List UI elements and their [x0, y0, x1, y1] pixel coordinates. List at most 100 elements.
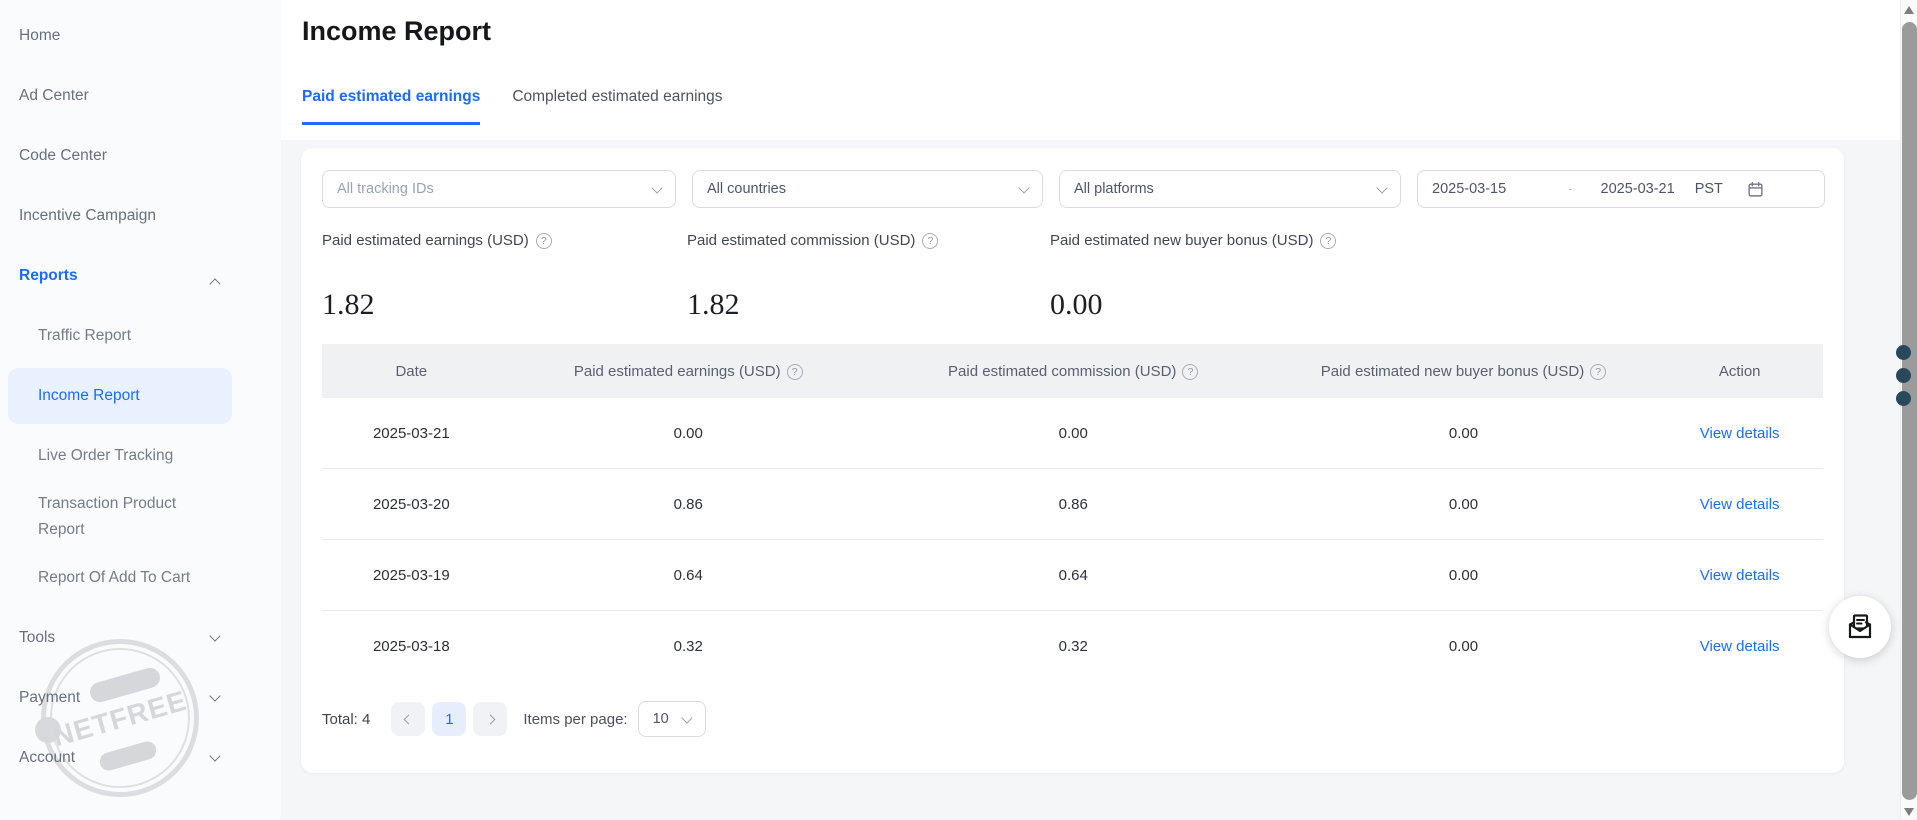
table-cell: 0.64 — [501, 567, 876, 584]
scrollbar[interactable] — [1900, 0, 1917, 820]
scrollbar-thumb[interactable] — [1902, 22, 1917, 800]
help-icon[interactable] — [1320, 233, 1336, 249]
platforms-select[interactable]: All platforms — [1059, 170, 1401, 208]
sidebar-item-code-center[interactable]: Code Center — [0, 126, 281, 186]
chevron-down-icon — [681, 712, 692, 723]
column-header-paid-estimated-commission: Paid estimated commission (USD) — [876, 363, 1271, 380]
column-header-date: Date — [322, 363, 501, 380]
help-icon[interactable] — [922, 233, 938, 249]
table-cell: 0.32 — [876, 638, 1271, 655]
page-size-select[interactable]: 10 — [638, 701, 706, 737]
table-row: 2025-03-210.000.000.00View details — [322, 398, 1823, 469]
stat-value: 1.82 — [322, 288, 687, 322]
table-cell: 0.32 — [501, 638, 876, 655]
date-separator — [1568, 181, 1572, 197]
scroll-marker-dot — [1896, 345, 1911, 360]
pagination: Total: 4 1 Items per page: 10 — [301, 701, 1844, 737]
total-count: Total: 4 — [322, 711, 370, 728]
calendar-icon — [1747, 181, 1764, 198]
stat-paid-estimated-new-buyer-bonus: Paid estimated new buyer bonus (USD) 0.0… — [1050, 232, 1823, 322]
sidebar-item-incentive-campaign[interactable]: Incentive Campaign — [0, 186, 281, 246]
sidebar-item-tools[interactable]: Tools — [0, 608, 281, 668]
sidebar-item-transaction-product-report[interactable]: Transaction Product Report — [0, 486, 281, 548]
chevron-left-icon — [403, 714, 413, 724]
table-cell-action: View details — [1656, 638, 1823, 655]
help-icon[interactable] — [787, 364, 803, 380]
table-body: 2025-03-210.000.000.00View details2025-0… — [322, 398, 1823, 682]
table-cell-action: View details — [1656, 496, 1823, 513]
scroll-marker-dot — [1896, 391, 1911, 406]
table-cell-action: View details — [1656, 425, 1823, 442]
help-icon[interactable] — [536, 233, 552, 249]
sidebar-item-payment[interactable]: Payment — [0, 668, 281, 728]
column-header-paid-estimated-new-buyer-bonus: Paid estimated new buyer bonus (USD) — [1271, 363, 1657, 380]
page-title: Income Report — [302, 16, 491, 47]
date-range-picker[interactable]: 2025-03-15 2025-03-21 PST — [1417, 170, 1825, 208]
table-cell: 0.64 — [876, 567, 1271, 584]
scroll-marker-dot — [1896, 368, 1911, 383]
stat-paid-estimated-commission: Paid estimated commission (USD) 1.82 — [687, 232, 1050, 322]
stat-value: 1.82 — [687, 288, 1050, 322]
earnings-table: Date Paid estimated earnings (USD) Paid … — [322, 344, 1823, 682]
sidebar-item-ad-center[interactable]: Ad Center — [0, 66, 281, 126]
affiliate-dashboard: NETFREE Home Ad Center Code Center Incen… — [0, 0, 1917, 820]
sidebar-item-account[interactable]: Account — [0, 728, 281, 788]
help-icon[interactable] — [1182, 364, 1198, 380]
view-details-link[interactable]: View details — [1700, 567, 1780, 584]
table-cell: 2025-03-19 — [322, 567, 501, 584]
content-area: All tracking IDs All countries All platf… — [281, 140, 1901, 820]
timezone-label: PST — [1695, 181, 1723, 197]
page-number-button[interactable]: 1 — [432, 702, 466, 736]
table-cell: 0.86 — [501, 496, 876, 513]
tab-completed-estimated-earnings[interactable]: Completed estimated earnings — [512, 88, 722, 125]
sidebar-item-traffic-report[interactable]: Traffic Report — [0, 306, 281, 366]
stat-label: Paid estimated earnings (USD) — [322, 232, 529, 249]
report-tabs: Paid estimated earnings Completed estima… — [302, 88, 723, 125]
table-cell-action: View details — [1656, 567, 1823, 584]
table-cell: 2025-03-18 — [322, 638, 501, 655]
table-cell: 2025-03-21 — [322, 425, 501, 442]
view-details-link[interactable]: View details — [1700, 638, 1780, 655]
table-cell: 0.00 — [1271, 425, 1657, 442]
messages-fab[interactable] — [1829, 596, 1891, 658]
sidebar-item-home[interactable]: Home — [0, 6, 281, 66]
countries-select[interactable]: All countries — [692, 170, 1043, 208]
sidebar-item-reports[interactable]: Reports — [0, 246, 281, 306]
view-details-link[interactable]: View details — [1700, 425, 1780, 442]
sidebar: NETFREE Home Ad Center Code Center Incen… — [0, 0, 281, 820]
tracking-ids-select[interactable]: All tracking IDs — [322, 170, 676, 208]
table-row: 2025-03-190.640.640.00View details — [322, 540, 1823, 611]
chevron-down-icon — [1376, 182, 1387, 193]
view-details-link[interactable]: View details — [1700, 496, 1780, 513]
column-header-action: Action — [1656, 363, 1823, 380]
prev-page-button[interactable] — [391, 702, 425, 736]
table-cell: 0.00 — [1271, 638, 1657, 655]
filters-row: All tracking IDs All countries All platf… — [301, 148, 1844, 208]
help-icon[interactable] — [1590, 364, 1606, 380]
sidebar-item-live-order-tracking[interactable]: Live Order Tracking — [0, 426, 281, 486]
report-card: All tracking IDs All countries All platf… — [301, 148, 1844, 773]
table-row: 2025-03-180.320.320.00View details — [322, 611, 1823, 682]
sidebar-item-report-of-add-to-cart[interactable]: Report Of Add To Cart — [0, 548, 281, 608]
table-row: 2025-03-200.860.860.00View details — [322, 469, 1823, 540]
next-page-button[interactable] — [473, 702, 507, 736]
items-per-page-label: Items per page: — [523, 711, 627, 728]
table-cell: 0.00 — [1271, 567, 1657, 584]
summary-stats: Paid estimated earnings (USD) 1.82 Paid … — [301, 232, 1844, 322]
chevron-down-icon — [651, 182, 662, 193]
main-header: Income Report Paid estimated earnings Co… — [281, 0, 1901, 140]
table-cell: 0.00 — [501, 425, 876, 442]
stat-paid-estimated-earnings: Paid estimated earnings (USD) 1.82 — [322, 232, 687, 322]
sidebar-item-income-report[interactable]: Income Report — [8, 368, 232, 424]
table-header: Date Paid estimated earnings (USD) Paid … — [322, 344, 1823, 398]
stat-value: 0.00 — [1050, 288, 1823, 322]
envelope-icon — [1844, 611, 1876, 643]
scroll-up-arrow-icon[interactable] — [1904, 6, 1914, 14]
date-end-value: 2025-03-21 — [1601, 181, 1675, 197]
stat-label: Paid estimated commission (USD) — [687, 232, 915, 249]
table-cell: 0.00 — [876, 425, 1271, 442]
table-cell: 0.86 — [876, 496, 1271, 513]
tab-paid-estimated-earnings[interactable]: Paid estimated earnings — [302, 88, 480, 125]
scroll-down-arrow-icon[interactable] — [1904, 808, 1914, 816]
table-cell: 0.00 — [1271, 496, 1657, 513]
